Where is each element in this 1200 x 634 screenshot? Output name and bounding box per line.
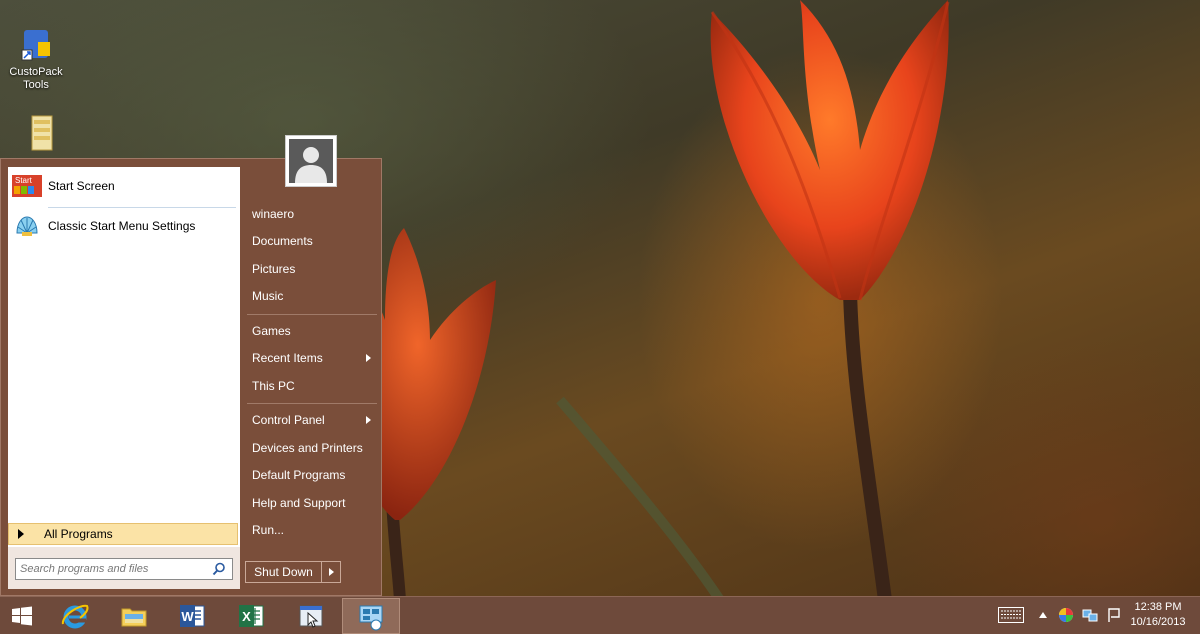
menu-item-label: Run... — [252, 523, 285, 537]
classic-shell-icon — [359, 605, 383, 631]
submenu-arrow-icon — [366, 416, 371, 424]
desktop-icon-folder[interactable] — [0, 114, 72, 156]
clock-time: 12:38 PM — [1134, 601, 1182, 613]
start-screen-icon-label: Start — [15, 176, 32, 185]
divider — [247, 314, 377, 315]
menu-item-games[interactable]: Games — [245, 318, 379, 344]
submenu-arrow-icon — [366, 354, 371, 362]
programs-pane: Start Start Screen Classic Start Menu Se… — [8, 167, 240, 547]
search-area — [8, 547, 240, 589]
menu-item-documents[interactable]: Documents — [245, 228, 379, 254]
shell-icon — [12, 214, 42, 238]
start-screen-icon: Start — [12, 175, 42, 197]
tray-show-hidden[interactable] — [1036, 597, 1050, 633]
menu-item-label: This PC — [252, 379, 295, 393]
menu-item-label: Games — [252, 324, 291, 338]
taskbar-file-explorer[interactable] — [105, 598, 163, 634]
expand-arrow-icon — [18, 529, 24, 539]
tray-keyboard[interactable] — [996, 597, 1026, 633]
custopack-tools-icon — [16, 24, 56, 64]
tray-action-center[interactable] — [1104, 597, 1124, 633]
search-input[interactable] — [16, 563, 208, 575]
start-button[interactable] — [0, 598, 44, 634]
all-programs-button[interactable]: All Programs — [8, 523, 238, 545]
taskbar: W X 12:38 PM 10/16/2013 — [0, 596, 1200, 634]
shut-down-options-button[interactable] — [322, 562, 340, 582]
menu-item-devices-and-printers[interactable]: Devices and Printers — [245, 435, 379, 461]
menu-item-label: Music — [252, 289, 284, 303]
menu-item-music[interactable]: Music — [245, 283, 379, 309]
taskbar-internet-explorer[interactable] — [46, 598, 104, 634]
excel-icon: X — [239, 605, 264, 627]
desktop-app-icon — [299, 605, 323, 628]
shut-down-button[interactable]: Shut Down — [246, 562, 322, 582]
show-hidden-icons-chevron — [1039, 612, 1047, 618]
search-icon[interactable] — [212, 562, 226, 576]
action-center-flag-icon — [1108, 608, 1120, 622]
divider — [48, 207, 236, 208]
menu-item-run[interactable]: Run... — [245, 517, 379, 543]
file-explorer-icon — [121, 608, 147, 627]
folder-icon — [16, 114, 56, 154]
divider — [247, 403, 377, 404]
classic-start-menu-settings-item[interactable]: Classic Start Menu Settings — [12, 211, 236, 241]
menu-item-this-pc[interactable]: This PC — [245, 373, 379, 399]
windows-start-icon — [12, 606, 32, 626]
all-programs-label: All Programs — [44, 527, 113, 541]
word-icon: W — [180, 605, 205, 627]
taskbar-word[interactable]: W — [163, 598, 221, 634]
keyboard-icon — [998, 607, 1024, 623]
tray-network[interactable] — [1080, 597, 1100, 633]
menu-item-label: Control Panel — [252, 413, 325, 427]
menu-item-label: Pictures — [252, 262, 296, 276]
start-screen-item[interactable]: Start Start Screen — [12, 171, 236, 201]
search-box — [15, 558, 233, 580]
classic-start-menu-settings-label: Classic Start Menu Settings — [48, 219, 196, 233]
network-icon — [1082, 609, 1098, 622]
menu-item-recent-items[interactable]: Recent Items — [245, 345, 379, 371]
user-avatar[interactable] — [285, 135, 337, 187]
menu-item-control-panel[interactable]: Control Panel — [245, 407, 379, 433]
clock-date: 10/16/2013 — [1130, 616, 1186, 628]
menu-item-label: Default Programs — [252, 468, 346, 482]
menu-item-label: Recent Items — [252, 351, 323, 365]
chevron-right-icon — [328, 568, 334, 576]
desktop-icon-custopack-tools[interactable]: CustoPack Tools — [0, 24, 72, 92]
clock[interactable]: 12:38 PM 10/16/2013 — [1128, 600, 1188, 630]
start-screen-label: Start Screen — [48, 179, 115, 193]
taskbar-excel[interactable]: X — [222, 598, 280, 634]
menu-item-label: Documents — [252, 234, 313, 248]
menu-item-label: winaero — [252, 207, 295, 221]
menu-item-winaero[interactable]: winaero — [245, 201, 379, 227]
desktop-icon-label: CustoPack Tools — [9, 66, 63, 91]
start-menu: Start Start Screen Classic Start Menu Se… — [0, 135, 382, 596]
menu-item-pictures[interactable]: Pictures — [245, 256, 379, 282]
color-wheel-icon — [1059, 608, 1073, 622]
user-avatar-icon — [289, 139, 333, 183]
excel-letter: X — [242, 609, 251, 624]
menu-item-help-and-support[interactable]: Help and Support — [245, 490, 379, 516]
taskbar-classic-shell[interactable] — [342, 598, 400, 634]
internet-explorer-icon — [61, 604, 89, 629]
menu-item-default-programs[interactable]: Default Programs — [245, 462, 379, 488]
menu-item-label: Help and Support — [252, 496, 346, 510]
tray-color[interactable] — [1056, 597, 1076, 633]
shut-down-split-button: Shut Down — [245, 561, 341, 583]
taskbar-desktop-app[interactable] — [282, 598, 340, 634]
menu-item-label: Devices and Printers — [252, 441, 363, 455]
word-letter: W — [181, 609, 194, 624]
